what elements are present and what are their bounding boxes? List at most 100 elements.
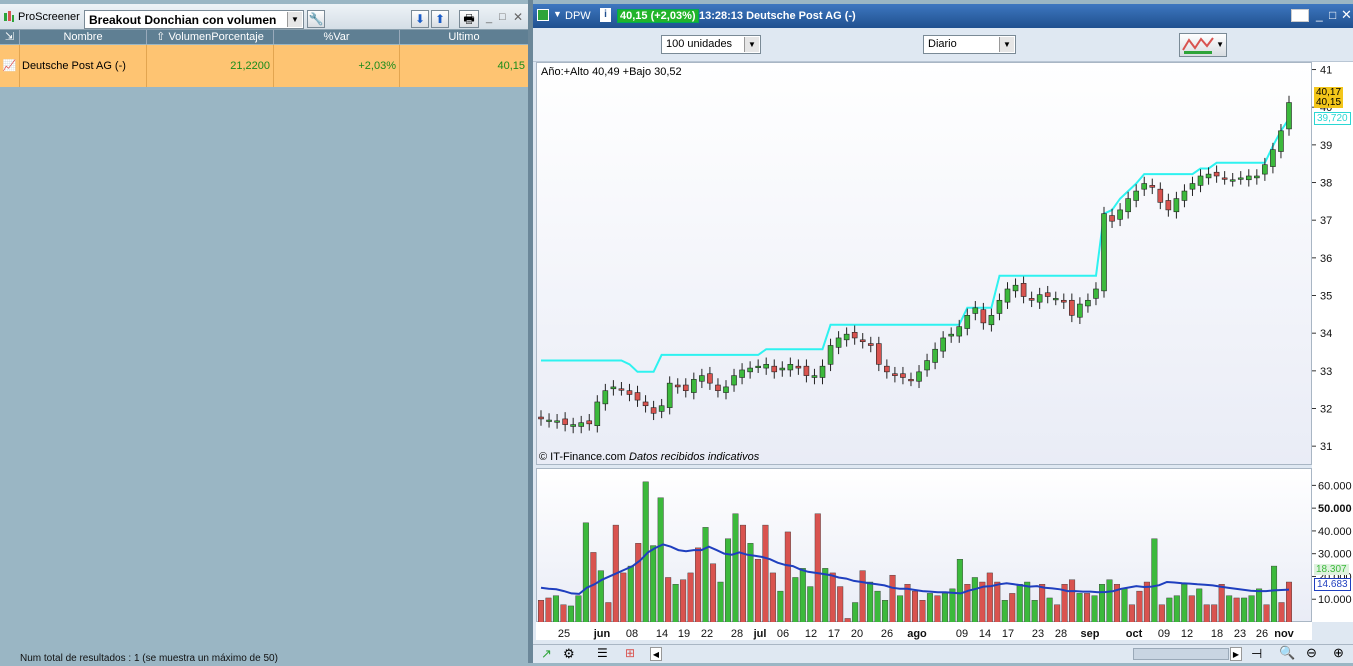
candle-body [610,386,617,390]
volume-bar [784,531,791,623]
list-icon[interactable]: ☰ [597,646,608,660]
candle-body [900,373,906,378]
maximize-icon[interactable]: □ [499,11,506,23]
volume-bar [1091,595,1098,623]
volume-bar [1233,597,1240,623]
volume-chart[interactable] [536,468,1312,623]
maximize-icon[interactable]: □ [1329,8,1336,22]
y-axis: 313233343536373839404110.00020.00030.000… [1312,62,1353,622]
x-tick-label: 06 [777,628,789,640]
volume-bar [665,577,672,623]
candle-body [1101,213,1107,292]
candle-body [956,326,963,337]
volume-bar [680,579,687,623]
candle-body [1117,209,1123,220]
candle-body [1270,149,1276,167]
candle-body [1085,299,1091,307]
volume-bar [710,563,717,623]
volume-bar [1054,604,1061,623]
volume-bar [575,595,582,623]
chart-icon[interactable]: 📈 [0,45,20,87]
x-tick-label: 23 [1234,628,1246,640]
candle-body [618,388,625,391]
minimize-icon[interactable]: _ [486,12,492,24]
zoom-out-icon[interactable]: ⊖ [1306,645,1317,661]
y-tick-label: 37 [1320,215,1332,227]
chevron-down-icon[interactable]: ▼ [287,12,302,27]
zoom-in-icon[interactable]: ⊕ [1333,645,1344,661]
chevron-down-icon[interactable]: ▼ [1216,40,1224,49]
candle-body [795,365,802,369]
screener-dropdown[interactable]: Breakout Donchian con volumen ▼ [84,10,304,29]
candle-body [650,407,657,414]
candle-body [715,384,721,391]
scroll-right-icon[interactable]: ▶ [1230,647,1242,661]
volume-bar [1121,588,1128,623]
chevron-down-icon[interactable]: ▼ [553,9,562,19]
column-header-nombre[interactable]: Nombre [20,30,147,44]
scrollbar-thumb[interactable] [1133,648,1229,660]
wrench-icon[interactable]: 🔧 [307,10,325,28]
chart-toolbar: 100 unidades ▼ Diario ▼ ▼ [533,28,1353,62]
candle-body [876,343,882,365]
volume-bar [807,586,814,623]
price-chart[interactable]: Año:+Alto 40,49 +Bajo 30,52 © IT-Finance… [536,62,1312,465]
volume-bar [538,600,544,623]
candle-body [682,384,689,391]
chevron-down-icon[interactable]: ▼ [744,37,759,52]
minimize-icon[interactable]: _ [1316,8,1323,22]
chart-window-icon [537,9,549,21]
arrow-down-icon[interactable]: ⬇ [411,10,429,28]
column-header-var[interactable]: %Var [274,30,400,44]
candle-body [787,364,794,371]
table-row[interactable]: 📈 Deutsche Post AG (-) 21,2200 +2,03% 40… [0,45,528,87]
units-dropdown[interactable]: 100 unidades ▼ [661,35,761,54]
ticker-label[interactable]: DPW [565,10,591,22]
cell-ultimo: 40,15 [497,60,525,72]
last-price-label-2: 40,15 [1314,97,1344,108]
chevron-down-icon[interactable]: ▼ [999,37,1014,52]
volume-bar [567,605,574,623]
info-icon[interactable]: i [600,8,611,22]
y-tick-label: 35 [1320,291,1332,303]
tools-icon[interactable]: ⚙ [563,646,575,662]
candle-body [819,365,826,378]
print-icon[interactable]: 🖶 [459,10,479,28]
candle-body [811,375,818,378]
stop-scroll-icon[interactable]: ⊣ [1251,646,1262,662]
scroll-left-icon[interactable]: ◀ [650,647,662,661]
chart-bottom-toolbar: ↗ ⚙ ☰ ⊞ ◀ ▶ ⊣ 🔍 ⊖ ⊕ [533,644,1353,663]
candles-icon[interactable]: ⊞ [625,646,635,660]
candle-body [578,422,585,427]
candle-body [634,392,641,401]
column-header-volumen[interactable]: ⇧ VolumenPorcentaje [147,30,274,44]
x-tick-label: 08 [626,628,638,640]
candle-body [1181,190,1188,201]
volume-bar [1226,595,1233,623]
candle-body [779,367,786,371]
volume-bar [1271,565,1278,623]
screener-panel: ProScreener Breakout Donchian con volume… [0,0,528,664]
close-icon[interactable]: ✕ [513,10,523,24]
chart-tools-icon[interactable]: ↗ [541,646,552,662]
close-icon[interactable]: ✕ [1341,7,1352,23]
volume-bar [590,552,597,623]
candle-body [1278,130,1284,152]
candle-body [884,365,890,373]
column-header-ultimo[interactable]: Ultimo [400,30,528,44]
x-tick-label: 17 [828,628,840,640]
arrow-up-icon[interactable]: ⬆ [431,10,449,28]
indicators-button[interactable]: ▼ [1179,33,1227,57]
candle-body [707,373,713,384]
candle-body [988,315,995,326]
period-dropdown[interactable]: Diario ▼ [923,35,1016,54]
candle-body [851,331,858,339]
candle-body [940,337,946,352]
x-tick-label: 28 [1055,628,1067,640]
zoom-menu-icon[interactable]: 🔍 [1279,645,1295,661]
keyboard-icon[interactable] [1291,9,1309,22]
candle-body [924,360,930,371]
screener-titlebar: ProScreener Breakout Donchian con volume… [0,4,528,30]
volume-bar [1203,604,1210,623]
x-tick-label: 28 [731,628,743,640]
